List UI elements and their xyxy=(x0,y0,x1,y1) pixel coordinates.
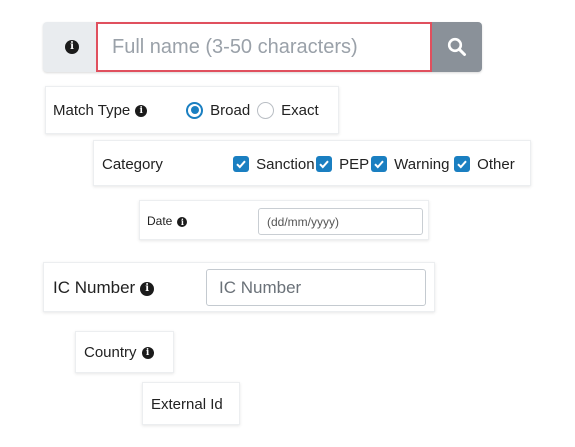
ic-number-label-group: IC Number i xyxy=(53,278,155,298)
ic-number-field: IC Number i xyxy=(43,262,435,312)
search-info-button[interactable]: i xyxy=(43,22,96,72)
pep-checkbox[interactable] xyxy=(316,156,332,173)
date-label: Date xyxy=(147,214,173,228)
info-icon: i xyxy=(65,40,79,54)
search-bar: i xyxy=(43,22,482,72)
info-icon[interactable]: i xyxy=(177,216,188,227)
exact-radio[interactable] xyxy=(257,101,274,119)
match-type-exact-option[interactable]: Exact xyxy=(257,101,319,119)
ic-number-input[interactable] xyxy=(206,269,426,306)
check-icon xyxy=(457,160,467,169)
match-type-field: Match Type i Broad Exact xyxy=(45,86,339,134)
other-checkbox[interactable] xyxy=(454,156,470,173)
country-label: Country xyxy=(84,344,137,361)
search-button[interactable] xyxy=(432,22,482,72)
external-id-label: External Id xyxy=(151,396,223,413)
pep-label: PEP xyxy=(339,155,370,173)
date-input[interactable] xyxy=(258,208,423,235)
warning-checkbox[interactable] xyxy=(371,156,387,173)
sanction-label: Sanction xyxy=(256,155,315,173)
info-icon[interactable]: i xyxy=(140,281,155,296)
match-type-label-group: Match Type i xyxy=(53,102,148,119)
warning-label: Warning xyxy=(394,155,450,173)
info-icon[interactable]: i xyxy=(141,347,154,360)
broad-label: Broad xyxy=(210,101,251,119)
check-icon xyxy=(374,160,384,169)
category-sanction-option[interactable]: Sanction xyxy=(233,155,315,173)
external-id-field: External Id xyxy=(142,382,240,425)
exact-label: Exact xyxy=(281,101,319,119)
sanction-checkbox[interactable] xyxy=(233,156,249,173)
category-field: Category Sanction PEP Warning Other xyxy=(93,140,531,186)
match-type-label: Match Type xyxy=(53,102,131,119)
info-icon[interactable]: i xyxy=(135,105,148,118)
country-label-group: Country i xyxy=(84,344,154,361)
other-label: Other xyxy=(477,155,515,173)
date-field: Date i xyxy=(139,200,429,240)
full-name-search-input[interactable] xyxy=(96,22,432,72)
check-icon xyxy=(319,160,329,169)
category-label: Category xyxy=(102,156,163,173)
country-field: Country i xyxy=(75,331,174,373)
category-pep-option[interactable]: PEP xyxy=(316,155,369,173)
category-warning-option[interactable]: Warning xyxy=(371,155,449,173)
search-icon xyxy=(447,37,466,56)
check-icon xyxy=(236,160,246,169)
ic-number-label: IC Number xyxy=(53,278,136,297)
match-type-broad-option[interactable]: Broad xyxy=(186,101,250,119)
category-other-option[interactable]: Other xyxy=(454,155,515,173)
broad-radio[interactable] xyxy=(186,101,203,119)
date-label-group: Date i xyxy=(147,214,188,228)
